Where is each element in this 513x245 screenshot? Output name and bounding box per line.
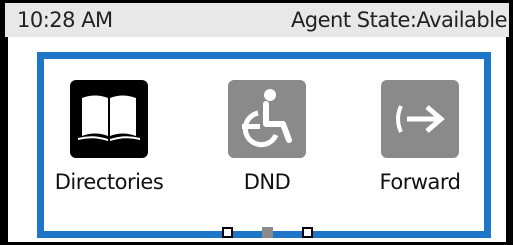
clock-time: 10:28 AM	[17, 8, 113, 32]
status-bar: 10:28 AM Agent State:Available	[5, 3, 509, 37]
forward-arrow-icon	[396, 105, 445, 133]
phone-screen: 10:28 AM Agent State:Available Directori…	[0, 0, 513, 245]
forward-label: Forward	[379, 170, 461, 194]
page-indicator-3[interactable]	[302, 227, 313, 238]
forward-button[interactable]	[381, 80, 459, 158]
dnd-button[interactable]	[228, 80, 306, 158]
dnd-label: DND	[243, 170, 291, 194]
directories-button[interactable]	[70, 80, 148, 158]
do-not-disturb-icon	[242, 89, 292, 148]
page-indicator-1[interactable]	[222, 227, 233, 238]
agent-state-text: Agent State:Available	[290, 8, 508, 32]
page-indicator-2[interactable]	[262, 227, 273, 238]
book-icon	[78, 95, 140, 141]
directories-label: Directories	[54, 170, 164, 194]
